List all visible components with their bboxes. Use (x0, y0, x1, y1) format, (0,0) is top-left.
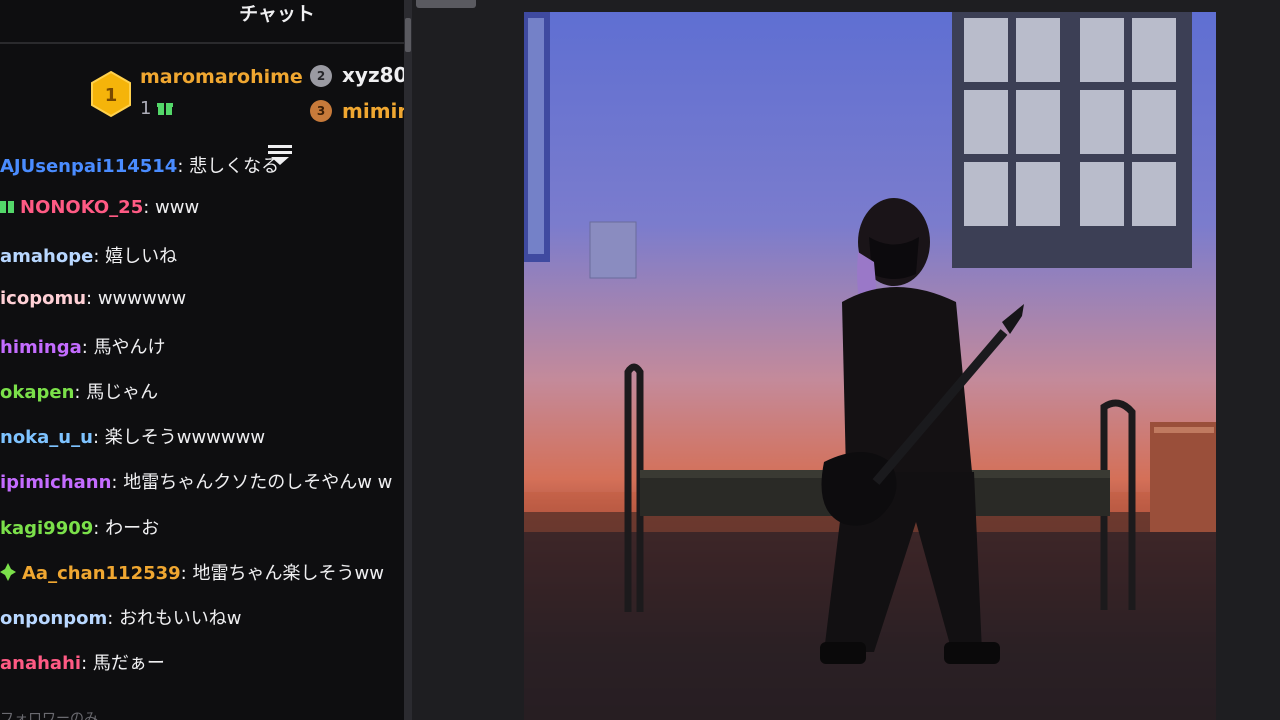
video-player[interactable] (524, 12, 1216, 720)
chat-message: NONOKO_25: www (0, 197, 199, 219)
rank-1-icon: 1 (89, 70, 133, 118)
stream-video-frame (524, 12, 1216, 720)
chat-separator: : (177, 156, 190, 177)
chat-message-text: 楽しそうwwwwww (104, 427, 266, 448)
chat-panel: チャット 1 maromarohime 1 2 xyz80 3 mimin AJ… (0, 0, 404, 720)
chat-message: icopomu: wwwwww (0, 288, 186, 309)
chat-footer-text: フォロワーのみ (0, 711, 98, 720)
chat-message: Aa_chan112539: 地雷ちゃん楽しそうww (0, 559, 384, 586)
chat-message: amahope: 嬉しいね (0, 242, 177, 268)
chat-message: kagi9909: わーお (0, 514, 159, 540)
leaderboard-second-name[interactable]: xyz80 (342, 63, 404, 87)
rank-3-icon: 3 (310, 100, 332, 122)
chat-username[interactable]: AJUsenpai114514 (0, 156, 177, 177)
chat-message: ipimichann: 地雷ちゃんクソたのしそやんw w (0, 468, 392, 494)
leaderboard-third-name[interactable]: mimin (342, 99, 404, 123)
chat-separator: : (93, 246, 106, 267)
chat-message-text: 馬だぁー (92, 653, 165, 674)
chat-message-text: わーお (105, 518, 160, 539)
chat-header: チャット (0, 0, 404, 30)
chat-username[interactable]: kagi9909 (0, 518, 93, 539)
chat-message-text: wwwwww (97, 288, 187, 309)
chat-separator: : (92, 427, 105, 448)
chat-username[interactable]: himinga (0, 337, 82, 358)
top-tab-handle[interactable] (416, 0, 476, 8)
chat-username[interactable]: amahope (0, 246, 93, 267)
gift-leaderboard[interactable] (0, 44, 404, 148)
gift-icon (0, 198, 14, 219)
chat-separator: : (86, 288, 98, 309)
chat-username[interactable]: anahahi (0, 653, 81, 674)
svg-text:1: 1 (105, 85, 118, 106)
chat-message: himinga: 馬やんけ (0, 333, 166, 359)
chat-separator: : (81, 653, 93, 674)
chat-username[interactable]: noka_u_u (0, 427, 93, 448)
rank-2-icon: 2 (310, 65, 332, 87)
chat-separator: : (93, 518, 106, 539)
chat-username[interactable]: ipimichann (0, 472, 111, 493)
leaderboard-first-count: 1 (140, 98, 152, 119)
chat-username[interactable]: onponpom (0, 608, 107, 629)
chat-separator: : (81, 337, 94, 358)
chat-separator: : (143, 197, 156, 218)
gift-icon (157, 100, 173, 120)
chat-separator: : (107, 608, 120, 629)
resize-handle[interactable] (405, 18, 411, 52)
chat-separator: : (180, 563, 193, 584)
panel-divider[interactable] (404, 0, 412, 720)
chat-message: AJUsenpai114514: 悲しくなる (0, 152, 279, 178)
chat-separator: : (111, 472, 124, 493)
chat-username[interactable]: Aa_chan112539 (22, 563, 181, 584)
chat-message: anahahi: 馬だぁー (0, 649, 165, 675)
chat-separator: : (74, 382, 87, 403)
chat-message-text: 馬じゃん (86, 382, 159, 403)
chat-username[interactable]: okapen (0, 382, 74, 403)
chat-message: onponpom: おれもいいねw (0, 604, 241, 630)
chat-message: noka_u_u: 楽しそうwwwwww (0, 423, 265, 449)
chat-message-text: 地雷ちゃん楽しそうww (192, 563, 384, 584)
star-icon (0, 562, 16, 586)
chat-message-text: 悲しくなる (189, 156, 280, 177)
chat-message-text: 嬉しいね (105, 246, 178, 267)
chat-username[interactable]: icopomu (0, 288, 86, 309)
chat-message-text: おれもいいねw (119, 608, 242, 629)
chat-title: チャット (239, 3, 315, 25)
chat-message-text: 地雷ちゃんクソたのしそやんw w (123, 472, 393, 493)
chat-message: okapen: 馬じゃん (0, 378, 158, 404)
chat-message-text: www (155, 197, 200, 218)
chat-message-text: 馬やんけ (93, 337, 166, 358)
leaderboard-first-name[interactable]: maromarohime (140, 66, 303, 88)
chat-username[interactable]: NONOKO_25 (20, 197, 143, 218)
